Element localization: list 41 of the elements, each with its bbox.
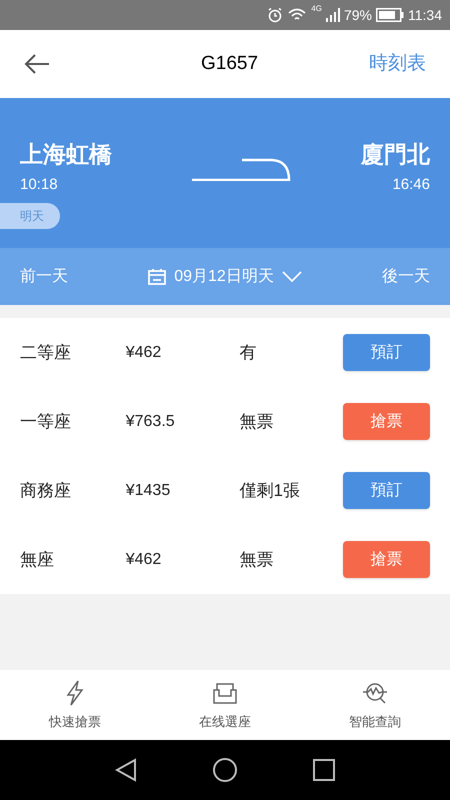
departure-station: 上海虹橋 xyxy=(20,143,112,166)
ticket-availability: 無票 xyxy=(239,548,274,571)
ticket-availability: 僅剩1張 xyxy=(239,480,301,502)
seat-class: 二等座 xyxy=(20,342,72,364)
back-arrow-icon[interactable] xyxy=(24,54,50,74)
seat-class: 一等座 xyxy=(20,410,72,433)
seat-price: ¥462 xyxy=(126,342,162,362)
train-number-title: G1657 xyxy=(200,52,258,76)
back-nav-icon[interactable] xyxy=(115,758,137,782)
ticket-availability: 無票 xyxy=(239,410,274,433)
arrival-station: 廈門北 xyxy=(361,143,430,166)
seat-class: 商務座 xyxy=(20,480,72,502)
date-picker[interactable]: 09月12日明天 xyxy=(148,264,302,288)
grab-ticket-button[interactable]: 搶票 xyxy=(343,541,430,578)
clock-time: 11:34 xyxy=(408,6,442,24)
arrival-time: 16:46 xyxy=(392,175,430,195)
ticket-availability: 有 xyxy=(239,342,258,364)
book-button[interactable]: 預訂 xyxy=(343,472,430,509)
recents-nav-icon[interactable] xyxy=(313,759,335,781)
battery-icon xyxy=(376,8,404,22)
network-label: 4G xyxy=(311,3,322,15)
home-nav-icon[interactable] xyxy=(213,758,237,782)
battery-percent: 79% xyxy=(344,6,372,24)
previous-day-button[interactable]: 前一天 xyxy=(20,264,68,288)
chevron-down-icon xyxy=(282,270,302,282)
alarm-icon xyxy=(267,7,284,23)
calendar-icon xyxy=(148,268,166,284)
seat-class: 無座 xyxy=(20,548,55,571)
book-button[interactable]: 預訂 xyxy=(343,334,430,371)
bottom-tab[interactable]: 快速搶票 xyxy=(0,670,150,740)
seat-price: ¥763.5 xyxy=(126,412,176,432)
departure-time: 10:18 xyxy=(20,175,59,195)
signal-icon xyxy=(326,8,340,22)
grab-ticket-button[interactable]: 搶票 xyxy=(343,403,430,440)
seat-price: ¥462 xyxy=(126,550,162,570)
bottom-tab[interactable]: 在线選座 xyxy=(150,670,300,740)
timetable-link[interactable]: 時刻表 xyxy=(368,50,426,78)
date-badge: 明天 xyxy=(0,202,60,228)
seat-price: ¥1435 xyxy=(126,480,172,500)
bottom-tab[interactable]: 智能查詢 xyxy=(300,670,450,740)
next-day-button[interactable]: 後一天 xyxy=(382,264,430,288)
